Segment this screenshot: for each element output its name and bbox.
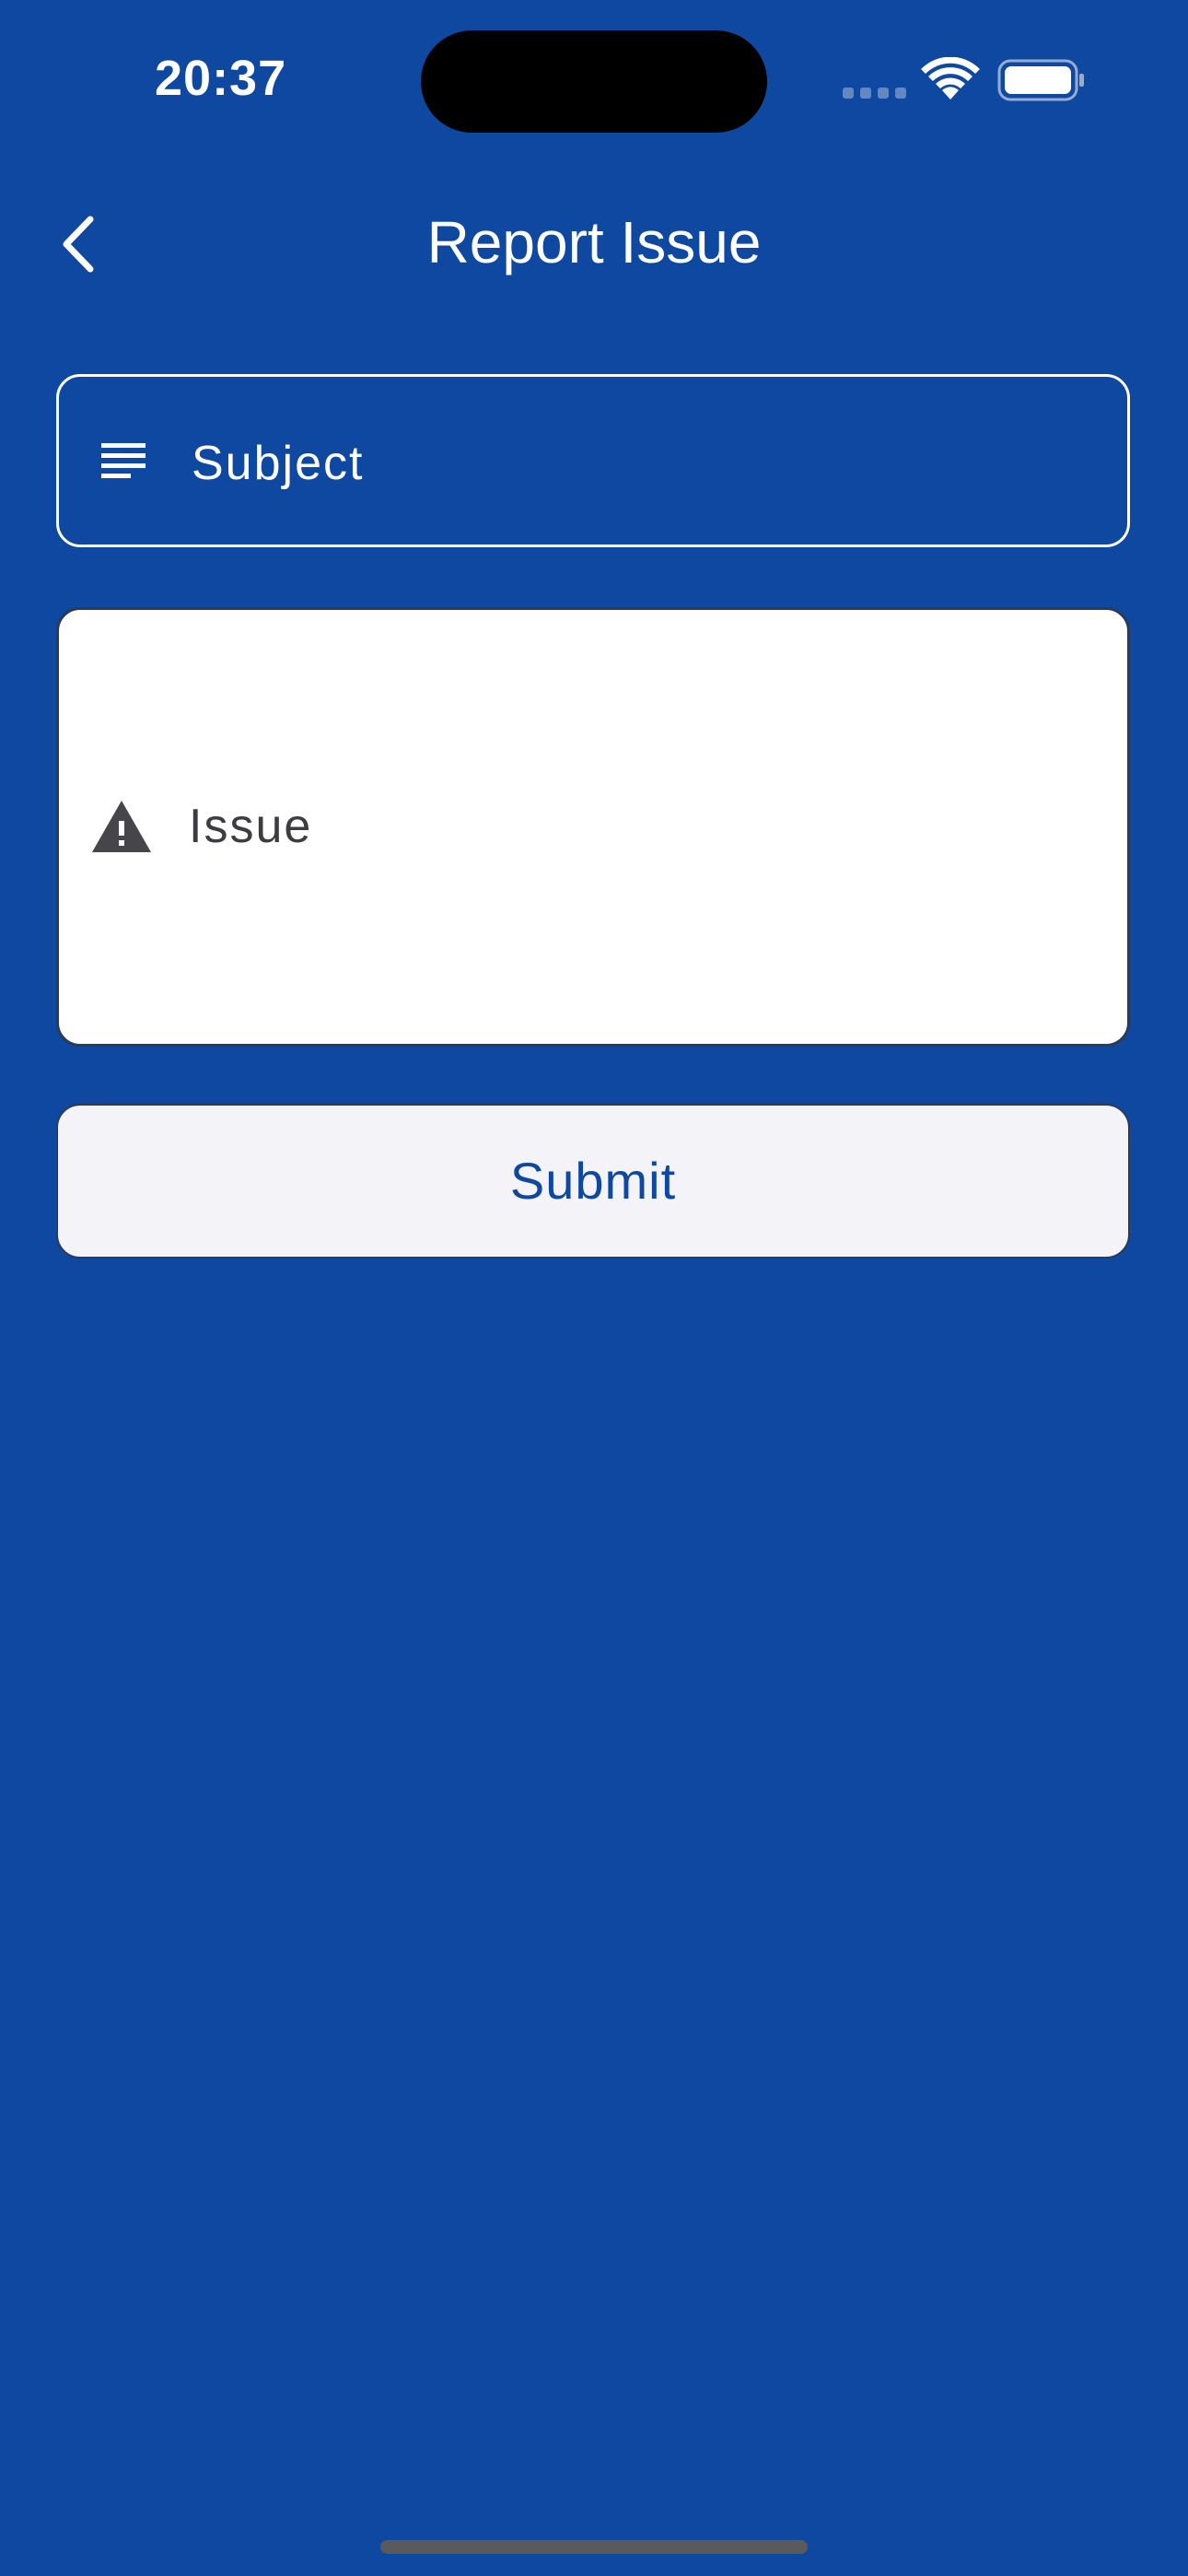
warning-triangle-icon: [92, 801, 151, 852]
status-time: 20:37: [155, 51, 287, 106]
status-bar: 20:37: [0, 0, 1188, 157]
cellular-signal-icon: [843, 88, 906, 99]
subject-placeholder: Subject: [192, 437, 365, 490]
submit-button[interactable]: Submit: [56, 1104, 1130, 1259]
subject-input[interactable]: Subject: [56, 374, 1130, 547]
navigation-bar: Report Issue: [0, 184, 1188, 304]
issue-textarea[interactable]: Issue: [56, 607, 1130, 1047]
home-indicator[interactable]: [380, 2540, 808, 2554]
issue-placeholder: Issue: [189, 800, 313, 853]
dynamic-island: [421, 30, 767, 133]
page-title: Report Issue: [426, 209, 762, 275]
battery-icon: [997, 59, 1084, 101]
notes-lines-icon: [101, 443, 146, 478]
wifi-icon: [921, 57, 980, 100]
